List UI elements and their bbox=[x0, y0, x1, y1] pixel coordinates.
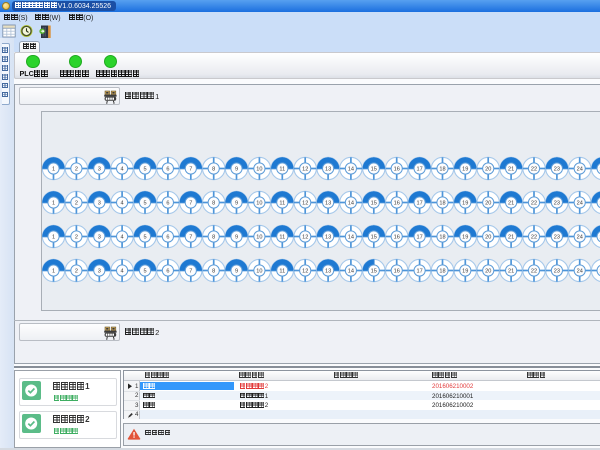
svg-text:12: 12 bbox=[302, 269, 308, 275]
svg-text:6: 6 bbox=[166, 167, 169, 173]
svg-text:12: 12 bbox=[302, 201, 308, 207]
svg-text:9: 9 bbox=[234, 167, 237, 173]
svg-text:10: 10 bbox=[256, 269, 262, 275]
svg-text:7: 7 bbox=[189, 167, 192, 173]
svg-text:20: 20 bbox=[485, 235, 491, 241]
svg-text:8: 8 bbox=[212, 201, 215, 207]
svg-text:2: 2 bbox=[74, 269, 77, 275]
svg-text:24: 24 bbox=[576, 269, 582, 275]
svg-text:16: 16 bbox=[393, 167, 399, 173]
svg-text:5: 5 bbox=[143, 201, 146, 207]
svg-text:10: 10 bbox=[256, 167, 262, 173]
svg-text:6: 6 bbox=[166, 235, 169, 241]
svg-text:21: 21 bbox=[507, 167, 513, 173]
svg-text:5: 5 bbox=[143, 235, 146, 241]
svg-text:8: 8 bbox=[212, 235, 215, 241]
svg-text:4: 4 bbox=[120, 167, 123, 173]
svg-text:2: 2 bbox=[74, 167, 77, 173]
svg-text:11: 11 bbox=[279, 235, 285, 241]
svg-text:8: 8 bbox=[212, 269, 215, 275]
svg-text:4: 4 bbox=[120, 201, 123, 207]
svg-text:2: 2 bbox=[74, 235, 77, 241]
svg-text:15: 15 bbox=[370, 201, 376, 207]
svg-text:22: 22 bbox=[530, 167, 536, 173]
svg-text:9: 9 bbox=[234, 269, 237, 275]
svg-text:2: 2 bbox=[74, 201, 77, 207]
svg-text:3: 3 bbox=[97, 269, 100, 275]
svg-text:16: 16 bbox=[393, 269, 399, 275]
svg-text:16: 16 bbox=[393, 235, 399, 241]
svg-text:12: 12 bbox=[302, 235, 308, 241]
svg-text:1: 1 bbox=[51, 235, 54, 241]
svg-text:18: 18 bbox=[439, 167, 445, 173]
svg-text:11: 11 bbox=[279, 201, 285, 207]
svg-text:18: 18 bbox=[439, 201, 445, 207]
svg-text:17: 17 bbox=[416, 201, 422, 207]
svg-text:13: 13 bbox=[324, 201, 330, 207]
svg-text:9: 9 bbox=[234, 201, 237, 207]
svg-text:23: 23 bbox=[553, 167, 559, 173]
svg-text:23: 23 bbox=[553, 235, 559, 241]
svg-text:14: 14 bbox=[347, 235, 353, 241]
svg-text:11: 11 bbox=[279, 167, 285, 173]
svg-text:22: 22 bbox=[530, 269, 536, 275]
svg-text:22: 22 bbox=[530, 201, 536, 207]
svg-text:23: 23 bbox=[553, 201, 559, 207]
svg-text:5: 5 bbox=[143, 269, 146, 275]
svg-text:4: 4 bbox=[120, 235, 123, 241]
svg-text:13: 13 bbox=[324, 269, 330, 275]
svg-text:21: 21 bbox=[507, 201, 513, 207]
svg-text:13: 13 bbox=[324, 167, 330, 173]
svg-text:1: 1 bbox=[51, 201, 54, 207]
svg-text:11: 11 bbox=[279, 269, 285, 275]
svg-text:19: 19 bbox=[462, 201, 468, 207]
svg-text:16: 16 bbox=[393, 201, 399, 207]
svg-text:14: 14 bbox=[347, 167, 353, 173]
svg-text:3: 3 bbox=[97, 201, 100, 207]
svg-text:14: 14 bbox=[347, 269, 353, 275]
svg-text:7: 7 bbox=[189, 201, 192, 207]
svg-text:17: 17 bbox=[416, 269, 422, 275]
svg-text:15: 15 bbox=[370, 235, 376, 241]
svg-text:24: 24 bbox=[576, 235, 582, 241]
svg-text:7: 7 bbox=[189, 235, 192, 241]
svg-text:17: 17 bbox=[416, 167, 422, 173]
svg-text:21: 21 bbox=[507, 269, 513, 275]
svg-text:24: 24 bbox=[576, 201, 582, 207]
svg-text:19: 19 bbox=[462, 269, 468, 275]
svg-text:20: 20 bbox=[485, 269, 491, 275]
svg-text:20: 20 bbox=[485, 201, 491, 207]
svg-text:12: 12 bbox=[302, 167, 308, 173]
svg-text:20: 20 bbox=[485, 167, 491, 173]
svg-text:13: 13 bbox=[324, 235, 330, 241]
svg-text:18: 18 bbox=[439, 269, 445, 275]
svg-text:10: 10 bbox=[256, 235, 262, 241]
svg-text:8: 8 bbox=[212, 167, 215, 173]
svg-text:6: 6 bbox=[166, 201, 169, 207]
svg-text:14: 14 bbox=[347, 201, 353, 207]
svg-text:5: 5 bbox=[143, 167, 146, 173]
svg-text:3: 3 bbox=[97, 235, 100, 241]
svg-text:19: 19 bbox=[462, 167, 468, 173]
svg-text:24: 24 bbox=[576, 167, 582, 173]
svg-text:21: 21 bbox=[507, 235, 513, 241]
svg-text:22: 22 bbox=[530, 235, 536, 241]
svg-text:15: 15 bbox=[370, 269, 376, 275]
svg-text:17: 17 bbox=[416, 235, 422, 241]
svg-text:19: 19 bbox=[462, 235, 468, 241]
svg-text:18: 18 bbox=[439, 235, 445, 241]
svg-text:7: 7 bbox=[189, 269, 192, 275]
svg-text:23: 23 bbox=[553, 269, 559, 275]
svg-text:4: 4 bbox=[120, 269, 123, 275]
svg-text:3: 3 bbox=[97, 167, 100, 173]
svg-text:9: 9 bbox=[234, 235, 237, 241]
svg-text:6: 6 bbox=[166, 269, 169, 275]
svg-text:15: 15 bbox=[370, 167, 376, 173]
svg-text:1: 1 bbox=[51, 269, 54, 275]
svg-text:10: 10 bbox=[256, 201, 262, 207]
svg-text:1: 1 bbox=[51, 167, 54, 173]
